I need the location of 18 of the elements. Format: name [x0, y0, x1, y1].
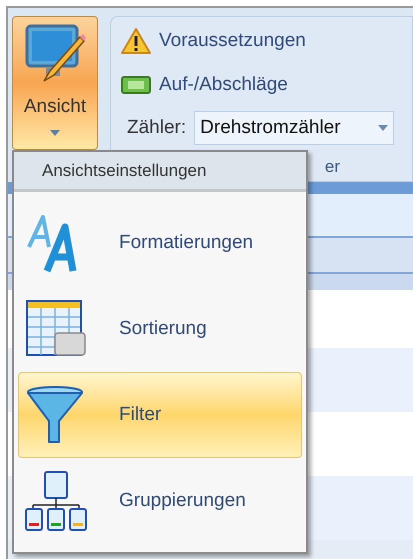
menu-header: Ansichtseinstellungen — [14, 152, 306, 192]
ribbon-command[interactable]: Auf-/Abschläge — [121, 67, 288, 103]
view-button[interactable]: Ansicht — [12, 16, 98, 150]
menu-item[interactable]: Sortierung — [18, 286, 302, 372]
menu-item[interactable]: Filter — [18, 372, 302, 458]
group-label: er — [324, 156, 340, 178]
hierarchy-icon — [25, 471, 87, 531]
view-button-label: Ansicht — [24, 95, 86, 119]
table-icon — [25, 299, 87, 359]
meter-combo-box[interactable]: Drehstromzähler — [194, 111, 394, 145]
banknote-icon — [121, 75, 151, 95]
caret-icon — [50, 130, 60, 136]
menu-item[interactable]: Formatierungen — [18, 200, 302, 286]
menu-item[interactable]: Gruppierungen — [18, 458, 302, 544]
warning-icon — [121, 28, 151, 54]
caret-icon — [378, 125, 388, 131]
combo-label: Zähler: — [126, 116, 186, 140]
ribbon-command[interactable]: Voraussetzungen — [121, 23, 306, 59]
